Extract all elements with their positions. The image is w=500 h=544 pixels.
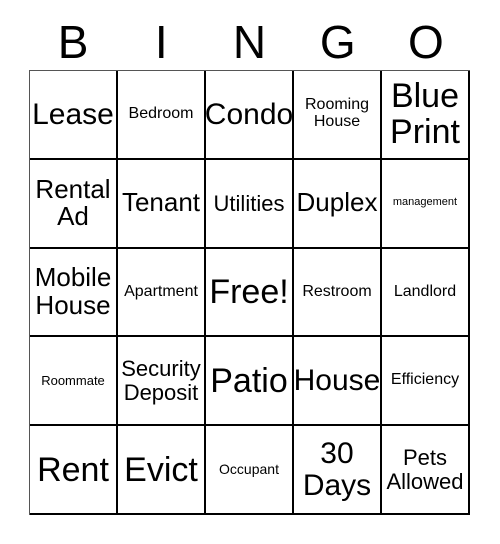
bingo-cell-r1c4[interactable]: Rooming House: [294, 71, 382, 160]
bingo-cell-r5c5[interactable]: Pets Allowed: [382, 426, 470, 515]
bingo-cell-r4c4[interactable]: House: [294, 337, 382, 427]
bingo-cell-label: 30 Days: [302, 436, 372, 502]
bingo-cell-label: Pets Allowed: [386, 445, 464, 494]
bingo-header-letter-g: G: [319, 16, 356, 68]
bingo-cell-label: Occupant: [219, 461, 279, 478]
bingo-cell-label: management: [392, 196, 458, 209]
bingo-cell-r5c4[interactable]: 30 Days: [294, 426, 382, 515]
bingo-header-letter-o: O: [408, 16, 444, 68]
bingo-cell-label: Utilities: [213, 190, 285, 216]
bingo-cell-r5c1[interactable]: Rent: [30, 426, 118, 515]
bingo-cell-r3c5[interactable]: Landlord: [382, 248, 470, 338]
bingo-cell-label: Security Deposit: [121, 356, 201, 405]
bingo-cell-r2c1[interactable]: Rental Ad: [30, 159, 118, 249]
bingo-cell-r5c3[interactable]: Occupant: [206, 426, 294, 515]
bingo-cell-label: Restroom: [302, 282, 372, 300]
bingo-cell-label: Condo: [206, 97, 294, 131]
bingo-cell-r3c2[interactable]: Apartment: [118, 248, 206, 338]
bingo-header-letter-i: I: [154, 16, 168, 68]
bingo-cell-r1c3[interactable]: Condo: [206, 71, 294, 160]
bingo-free-space-label: Free!: [209, 272, 289, 311]
bingo-cell-label: Landlord: [393, 282, 457, 300]
bingo-cell-label: Efficiency: [390, 371, 460, 389]
bingo-cell-r4c3[interactable]: Patio: [206, 337, 294, 427]
bingo-header-row: B I N G O: [29, 14, 470, 70]
bingo-cell-label: Mobile House: [34, 262, 112, 320]
bingo-cell-label: Evict: [124, 450, 198, 489]
bingo-cell-r2c2[interactable]: Tenant: [118, 159, 206, 249]
bingo-cell-r2c5[interactable]: management: [382, 159, 470, 249]
bingo-cell-label: Duplex: [296, 187, 378, 218]
bingo-cell-r2c3[interactable]: Utilities: [206, 159, 294, 249]
bingo-cell-label: House: [294, 363, 381, 397]
bingo-card: B I N G O Lease Bedroom Condo Rooming Ho…: [0, 0, 500, 544]
bingo-cell-r1c1[interactable]: Lease: [30, 71, 118, 160]
bingo-cell-label: Rent: [37, 450, 109, 489]
bingo-cell-r1c5[interactable]: Blue Print: [382, 71, 470, 160]
bingo-cell-label: Roommate: [41, 372, 105, 388]
bingo-cell-r1c2[interactable]: Bedroom: [118, 71, 206, 160]
bingo-cell-free-space[interactable]: Free!: [206, 248, 294, 338]
bingo-cell-label: Apartment: [124, 282, 198, 300]
bingo-cell-r4c5[interactable]: Efficiency: [382, 337, 470, 427]
bingo-cell-r2c4[interactable]: Duplex: [294, 159, 382, 249]
bingo-header-letter-b: B: [57, 16, 89, 68]
bingo-cell-label: Patio: [210, 361, 288, 400]
bingo-cell-r4c2[interactable]: Security Deposit: [118, 337, 206, 427]
bingo-cell-r3c4[interactable]: Restroom: [294, 248, 382, 338]
bingo-cell-label: Bedroom: [128, 104, 194, 122]
bingo-cell-label: Rooming House: [304, 96, 370, 131]
bingo-cell-label: Blue Print: [390, 77, 460, 152]
bingo-cell-label: Lease: [32, 97, 114, 131]
bingo-cell-label: Rental Ad: [35, 173, 111, 232]
bingo-grid: Lease Bedroom Condo Rooming House Blue P…: [29, 70, 470, 515]
bingo-cell-label: Tenant: [121, 187, 201, 218]
bingo-cell-r4c1[interactable]: Roommate: [30, 337, 118, 427]
bingo-cell-r5c2[interactable]: Evict: [118, 426, 206, 515]
bingo-header-letter-n: N: [232, 16, 267, 68]
bingo-cell-r3c1[interactable]: Mobile House: [30, 248, 118, 338]
